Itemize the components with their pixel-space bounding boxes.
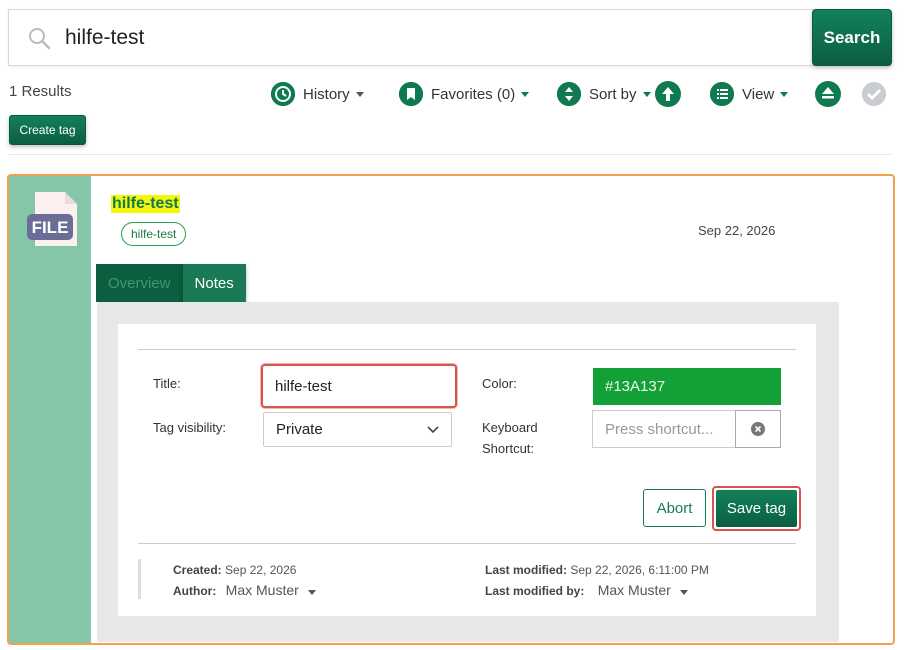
- abort-button[interactable]: Abort: [643, 489, 706, 527]
- eject-icon: [815, 81, 841, 107]
- result-card: FILE hilfe-test hilfe-test Sep 22, 2026 …: [7, 174, 895, 645]
- tag-edit-form: Title: hilfe-test Color: #13A137 Tag vis…: [118, 324, 816, 616]
- chevron-down-icon: [355, 91, 364, 97]
- title-input[interactable]: hilfe-test: [261, 364, 457, 408]
- shortcut-input[interactable]: Press shortcut...: [592, 410, 736, 448]
- modified-by-info: Last modified by: Max Muster: [485, 582, 689, 598]
- sort-icon: [557, 82, 581, 106]
- history-dropdown[interactable]: History: [271, 81, 364, 107]
- visibility-value: Private: [276, 421, 323, 438]
- sort-dropdown[interactable]: Sort by: [557, 81, 651, 107]
- history-icon: [271, 82, 295, 106]
- view-dropdown[interactable]: View: [710, 81, 789, 107]
- svg-text:FILE: FILE: [32, 218, 69, 237]
- tag-badge[interactable]: hilfe-test: [121, 222, 187, 246]
- chevron-down-icon: [680, 590, 689, 595]
- author-dropdown[interactable]: Max Muster: [226, 582, 299, 598]
- bookmark-icon: [399, 82, 423, 106]
- result-title[interactable]: hilfe-test: [111, 195, 180, 213]
- arrow-up-icon: [655, 81, 681, 107]
- chevron-down-icon: [308, 590, 317, 595]
- clear-shortcut-button[interactable]: [735, 410, 781, 448]
- favorites-label: Favorites (0): [431, 85, 516, 103]
- select-all-button[interactable]: [861, 81, 887, 107]
- view-label: View: [742, 85, 775, 103]
- meta-border: [138, 559, 141, 599]
- card-sidebar: FILE: [9, 176, 91, 643]
- favorites-dropdown[interactable]: Favorites (0): [399, 81, 530, 107]
- search-icon: [29, 28, 51, 50]
- search-box[interactable]: [8, 9, 814, 66]
- collapse-button[interactable]: [815, 81, 841, 107]
- divider: [138, 349, 796, 350]
- author-info: Author: Max Muster: [173, 582, 317, 598]
- color-input[interactable]: #13A137: [593, 368, 781, 405]
- title-label: Title:: [153, 376, 181, 391]
- list-icon: [710, 82, 734, 106]
- modified-info: Last modified: Sep 22, 2026, 6:11:00 PM: [485, 563, 709, 577]
- close-circle-icon: [751, 422, 765, 436]
- visibility-select[interactable]: Private: [263, 412, 452, 447]
- tab-overview[interactable]: Overview: [96, 264, 183, 302]
- check-circle-icon: [862, 82, 886, 106]
- chevron-down-icon: [427, 425, 439, 433]
- created-info: Created: Sep 22, 2026: [173, 563, 297, 577]
- search-bar: Search: [8, 9, 892, 67]
- chevron-down-icon: [521, 91, 530, 97]
- sort-direction-button[interactable]: [655, 81, 681, 107]
- save-tag-button[interactable]: Save tag: [712, 486, 801, 531]
- results-count: 1 Results: [9, 83, 72, 100]
- visibility-label: Tag visibility:: [153, 420, 226, 435]
- create-tag-button[interactable]: Create tag: [9, 115, 86, 145]
- shortcut-label: Keyboard Shortcut:: [482, 420, 538, 456]
- chevron-down-icon: [642, 91, 651, 97]
- search-button[interactable]: Search: [812, 9, 892, 66]
- sort-label: Sort by: [589, 85, 637, 103]
- divider: [9, 154, 891, 155]
- tab-bar: Overview Notes: [96, 264, 246, 302]
- result-date: Sep 22, 2026: [698, 223, 776, 238]
- file-icon: FILE: [27, 192, 77, 246]
- color-label: Color:: [482, 376, 517, 391]
- tab-notes[interactable]: Notes: [182, 264, 246, 302]
- notes-panel: Title: hilfe-test Color: #13A137 Tag vis…: [97, 302, 839, 642]
- search-input[interactable]: [65, 22, 785, 54]
- modified-by-dropdown[interactable]: Max Muster: [598, 582, 671, 598]
- history-label: History: [303, 85, 350, 103]
- chevron-down-icon: [780, 91, 789, 97]
- divider: [138, 543, 796, 544]
